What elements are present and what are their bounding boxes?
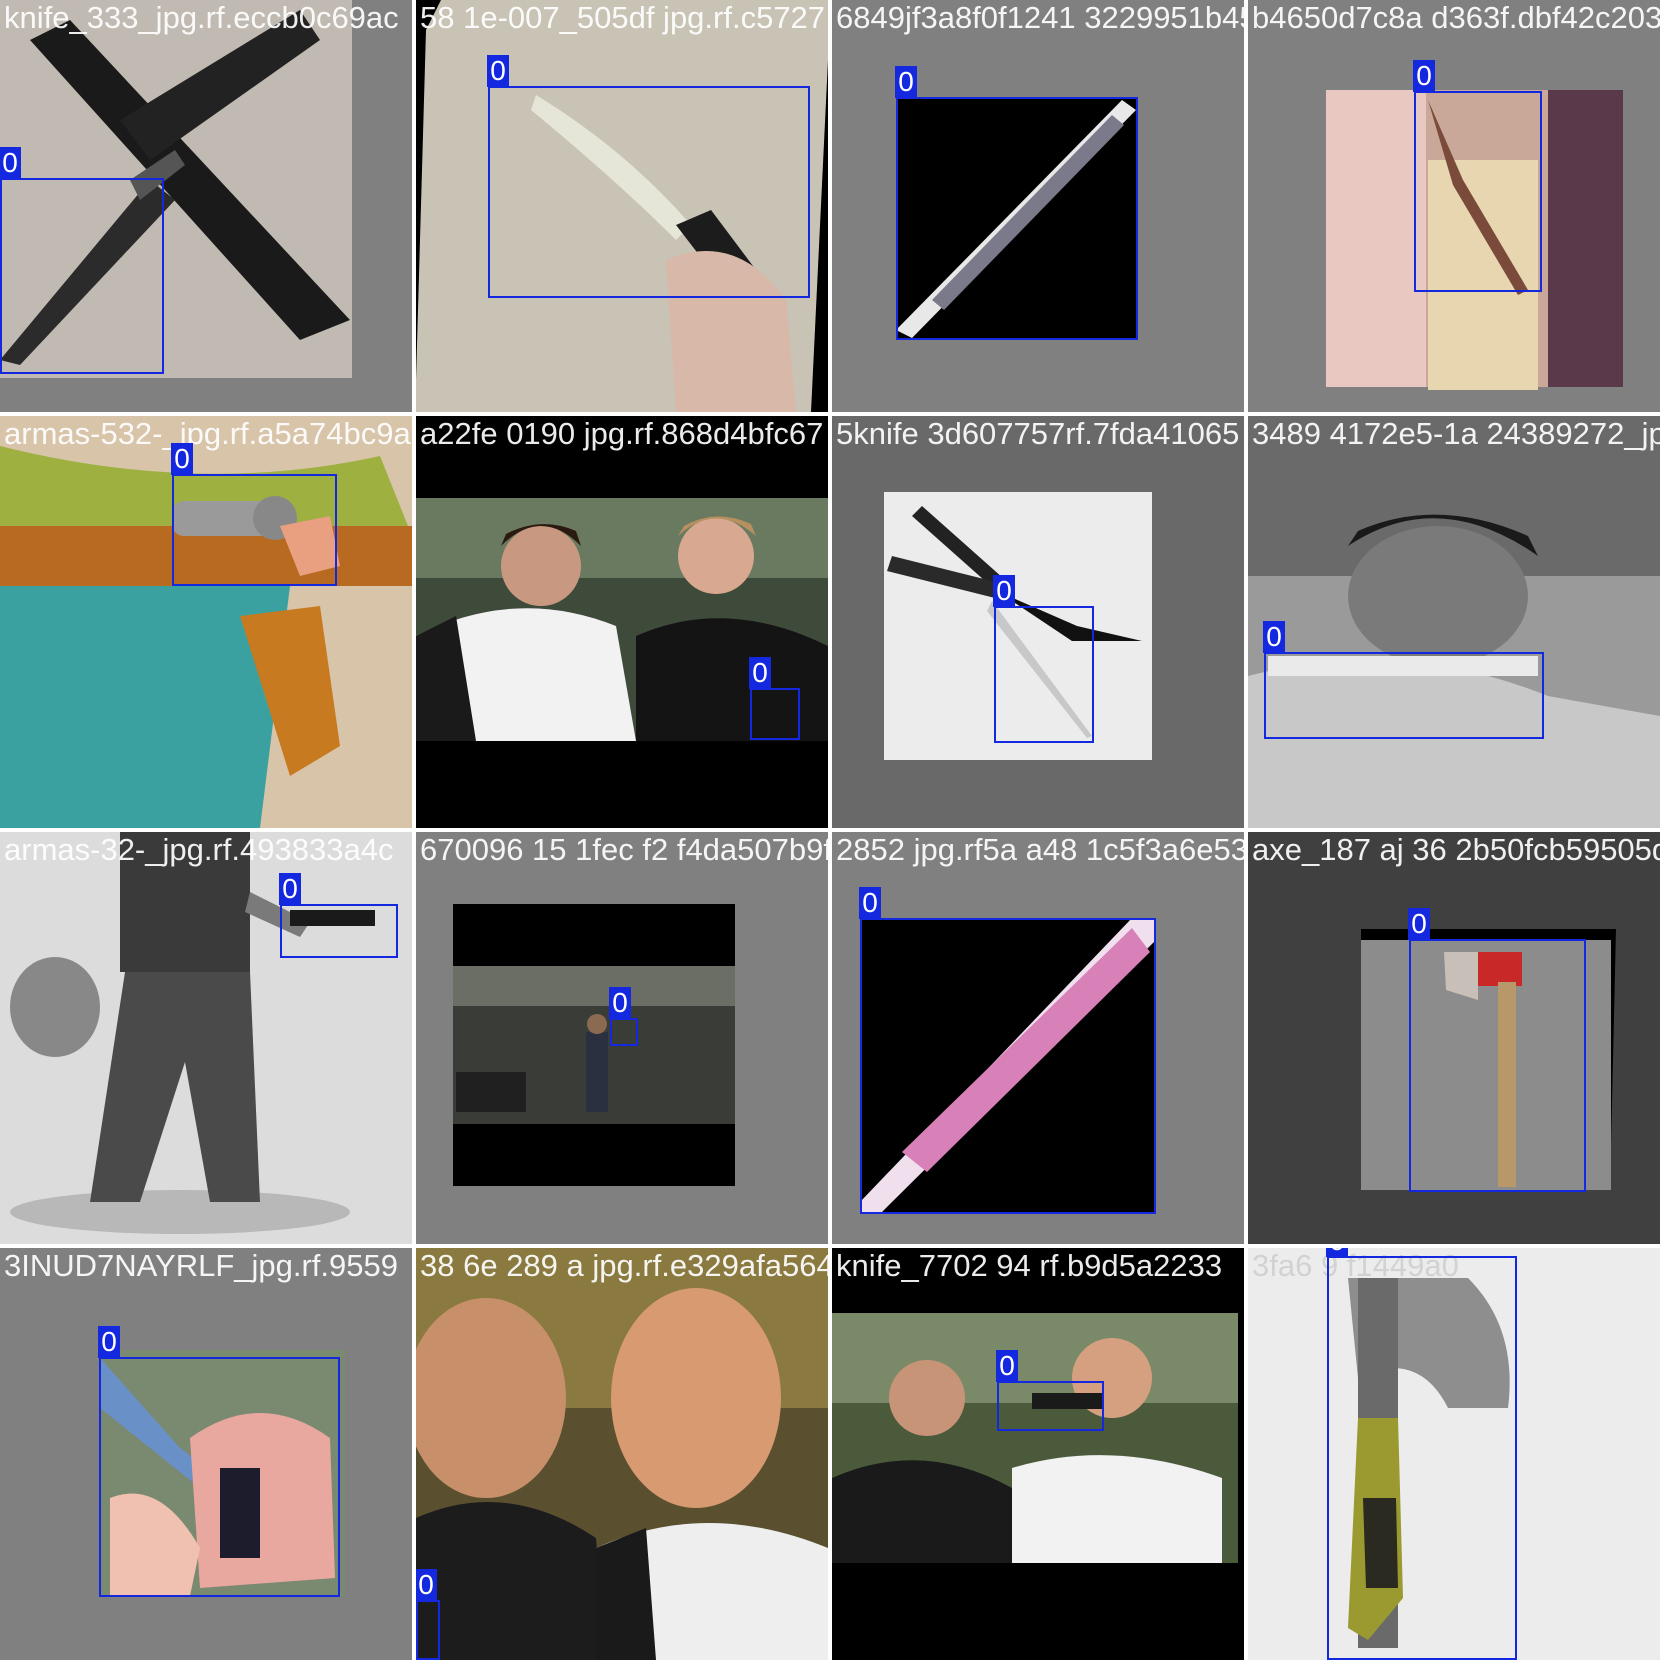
tile-folding-knives: 5knife 3d607757rf.7fda41065 0 xyxy=(832,416,1244,828)
tile-image xyxy=(0,832,412,1244)
class-label: 0 xyxy=(996,1350,1018,1382)
bounding-box: 0 xyxy=(279,873,398,958)
bounding-box: 0 xyxy=(993,575,1094,743)
mosaic-grid: knife_333_jpg.rf.eccb0c69ac 0 58 1e-007_… xyxy=(0,0,1664,1664)
tile-axe-dark: axe_187 aj 36 2b50fcb59505d 0 xyxy=(1248,832,1660,1244)
tile-image xyxy=(832,1248,1244,1660)
bounding-box: 0 xyxy=(0,147,164,374)
tile-diagonal-blade: 6849jf3a8f0f1241 3229951b453 0 xyxy=(832,0,1244,412)
bounding-box: 0 xyxy=(1326,1248,1517,1660)
class-label: 0 xyxy=(859,887,881,919)
class-label: 0 xyxy=(993,575,1015,607)
class-label: 0 xyxy=(1408,908,1430,940)
tile-cartoon-robber: armas-32-_jpg.rf.493833a4c 0 xyxy=(0,832,412,1244)
bounding-box: 0 xyxy=(1413,60,1542,292)
bounding-box: 0 xyxy=(609,987,638,1046)
tile-cctv-office: 670096 15 1fec f2 f4da507b9f7 0 xyxy=(416,832,828,1244)
bounding-box: 0 xyxy=(98,1326,340,1597)
tile-image xyxy=(416,1248,828,1660)
class-label: 0 xyxy=(416,1569,437,1601)
class-label: 0 xyxy=(895,66,917,98)
tile-man-knife-face: knife_7702 94 rf.b9d5a2233 0 xyxy=(832,1248,1244,1660)
class-label: 0 xyxy=(1326,1248,1348,1257)
tile-image xyxy=(1248,416,1660,828)
class-label: 0 xyxy=(749,657,771,689)
bounding-box: 0 xyxy=(996,1350,1104,1431)
tile-knife-concrete: knife_333_jpg.rf.eccb0c69ac 0 xyxy=(0,0,412,412)
tile-cartoon-revolver: armas-532-_jpg.rf.a5a74bc9a 0 xyxy=(0,416,412,828)
bounding-box: 0 xyxy=(416,1569,440,1660)
class-label: 0 xyxy=(98,1326,120,1358)
bounding-box: 0 xyxy=(749,657,800,740)
tile-grayscale-selfie: 3489 4172e5-1a 24389272_jpe 0 xyxy=(1248,416,1660,828)
tile-pink-blade: 2852 jpg.rf5a a48 1c5f3a6e53 0 xyxy=(832,832,1244,1244)
class-label: 0 xyxy=(171,443,193,475)
tile-hand-knife: b4650d7c8a d363f.dbf42c203 0 xyxy=(1248,0,1660,412)
tile-hand-blade-blur: 3INUD7NAYRLF_jpg.rf.9559 0 xyxy=(0,1248,412,1660)
bounding-box: 0 xyxy=(895,66,1138,340)
tile-two-men-closeup: 38 6e 289 a jpg.rf.e329afa5641 0 xyxy=(416,1248,828,1660)
tile-hatchet-light: 3fa6 9 f1449a0 0 xyxy=(1248,1248,1660,1660)
bounding-box: 0 xyxy=(1263,621,1544,739)
tile-knife-tablecloth: 58 1e-007_505df jpg.rf.c5727 0 xyxy=(416,0,828,412)
tile-two-men-knife: a22fe 0190 jpg.rf.868d4bfc67 0 xyxy=(416,416,828,828)
class-label: 0 xyxy=(609,987,631,1019)
class-label: 0 xyxy=(0,147,21,179)
class-label: 0 xyxy=(1413,60,1435,92)
bounding-box: 0 xyxy=(859,887,1156,1214)
bounding-box: 0 xyxy=(171,443,337,586)
class-label: 0 xyxy=(487,55,509,87)
bounding-box: 0 xyxy=(1408,908,1586,1192)
bounding-box: 0 xyxy=(487,55,810,298)
class-label: 0 xyxy=(279,873,301,905)
tile-image xyxy=(416,416,828,828)
class-label: 0 xyxy=(1263,621,1285,653)
